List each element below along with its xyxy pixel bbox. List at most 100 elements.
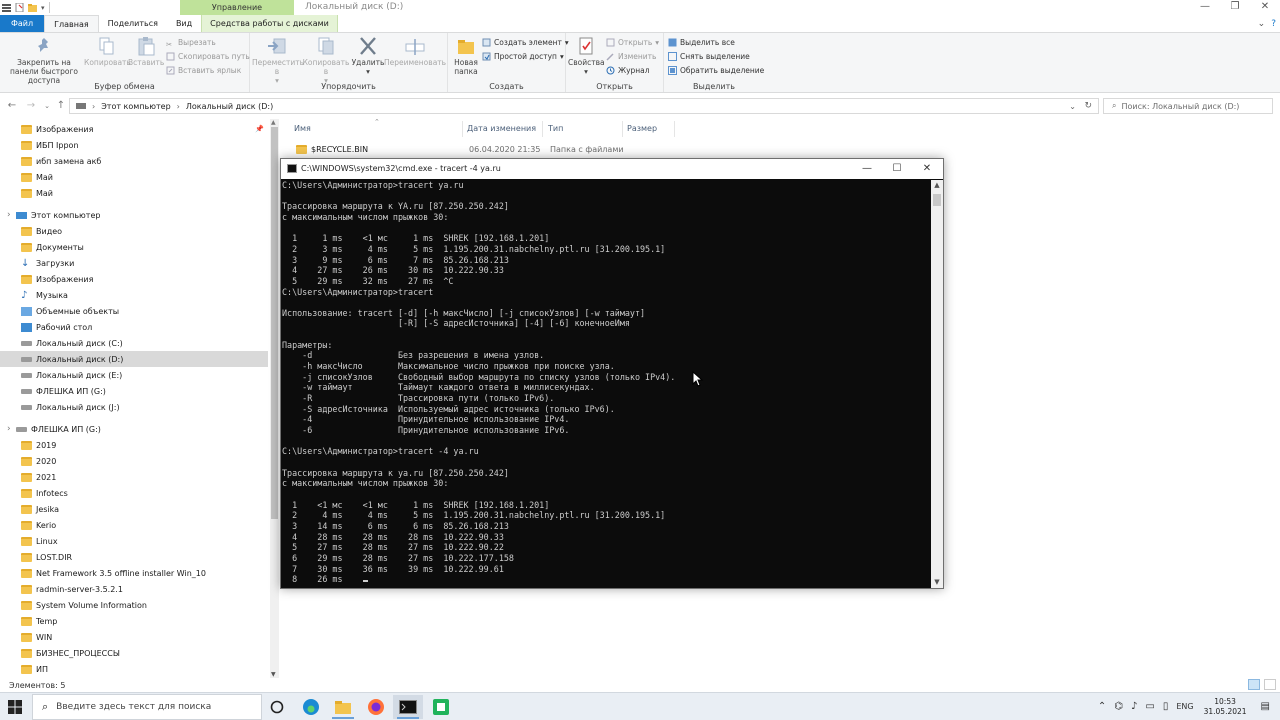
nav-item[interactable]: Linux bbox=[0, 533, 268, 549]
nav-item[interactable]: Май bbox=[0, 185, 268, 201]
nav-item[interactable]: LOST.DIR bbox=[0, 549, 268, 565]
column-size[interactable]: Размер bbox=[627, 124, 657, 133]
taskbar-search-input[interactable]: ⌕ Введите здесь текст для поиска bbox=[32, 694, 262, 720]
nav-scrollbar[interactable]: ▲ ▼ bbox=[270, 119, 279, 678]
select-all-button[interactable]: Выделить все bbox=[668, 36, 735, 49]
refresh-icon[interactable]: ↻ bbox=[1084, 101, 1092, 111]
large-icons-view-icon[interactable] bbox=[1264, 679, 1276, 690]
paste-button[interactable]: Вставить bbox=[128, 36, 164, 67]
cmd-maximize-button[interactable]: ☐ bbox=[882, 159, 912, 179]
nav-item[interactable]: Jesika bbox=[0, 501, 268, 517]
easy-access-button[interactable]: Простой доступ ▾ bbox=[482, 50, 564, 63]
cmd-scroll-up-icon[interactable]: ▲ bbox=[931, 180, 943, 191]
console-output[interactable]: C:\Users\Администратор>tracert ya.ru Трас… bbox=[282, 180, 930, 588]
nav-item[interactable]: 2021 bbox=[0, 469, 268, 485]
nav-scroll-down-icon[interactable]: ▼ bbox=[271, 671, 276, 678]
qat-dropdown-icon[interactable]: ▾ bbox=[41, 4, 45, 12]
tab-drive-tools[interactable]: Средства работы с дисками bbox=[201, 15, 338, 32]
tab-view[interactable]: Вид bbox=[167, 15, 201, 32]
nav-item[interactable]: Май bbox=[0, 169, 268, 185]
cmd-close-button[interactable]: ✕ bbox=[912, 159, 942, 179]
nav-item[interactable]: Рабочий стол bbox=[0, 319, 268, 335]
nav-scroll-up-icon[interactable]: ▲ bbox=[271, 119, 276, 126]
clock[interactable]: 10:53 31.05.2021 bbox=[1204, 697, 1247, 717]
cmd-scrollbar[interactable]: ▲ ▼ bbox=[931, 180, 943, 588]
firefox-icon[interactable] bbox=[361, 695, 391, 719]
file-explorer-icon[interactable] bbox=[328, 695, 358, 719]
delete-button[interactable]: Удалить ▾ bbox=[350, 36, 386, 76]
cmd-titlebar[interactable]: C:\WINDOWS\system32\cmd.exe - tracert -4… bbox=[281, 159, 943, 179]
nav-item[interactable]: Temp bbox=[0, 613, 268, 629]
expand-chevron-icon[interactable]: › bbox=[7, 210, 11, 220]
hidden-icons-chevron-icon[interactable]: ⌃ bbox=[1098, 701, 1106, 712]
column-type[interactable]: Тип bbox=[548, 124, 563, 133]
nav-item[interactable]: Объемные объекты bbox=[0, 303, 268, 319]
column-separator[interactable] bbox=[462, 121, 463, 137]
nav-item[interactable]: ФЛЕШКА ИП (G:) bbox=[0, 383, 268, 399]
paste-shortcut-button[interactable]: Вставить ярлык bbox=[166, 64, 241, 77]
nav-item[interactable]: БИЗНЕС_ПРОЦЕССЫ bbox=[0, 645, 268, 661]
new-item-button[interactable]: Создать элемент ▾ bbox=[482, 36, 569, 49]
address-bar[interactable]: › Этот компьютер › Локальный диск (D:) ⌄… bbox=[69, 98, 1099, 114]
tab-share[interactable]: Поделиться bbox=[99, 15, 167, 32]
nav-item[interactable]: System Volume Information bbox=[0, 597, 268, 613]
nav-item[interactable]: Видео bbox=[0, 223, 268, 239]
details-view-icon[interactable] bbox=[1248, 679, 1260, 690]
pin-quick-access-button[interactable]: Закрепить на панели быстрого доступа bbox=[4, 36, 84, 85]
properties-qat-icon[interactable] bbox=[15, 2, 24, 13]
nav-item[interactable]: › ФЛЕШКА ИП (G:) bbox=[0, 421, 268, 437]
cmd-taskbar-icon[interactable] bbox=[393, 695, 423, 719]
nav-item[interactable]: Изображения bbox=[0, 271, 268, 287]
move-to-button[interactable]: Переместить в ▾ bbox=[252, 36, 304, 85]
cut-button[interactable]: ✂ Вырезать bbox=[166, 36, 216, 49]
nav-item[interactable]: Локальный диск (C:) bbox=[0, 335, 268, 351]
nav-item[interactable]: 2020 bbox=[0, 453, 268, 469]
invert-selection-button[interactable]: Обратить выделение bbox=[668, 64, 764, 77]
green-app-icon[interactable] bbox=[426, 695, 456, 719]
cmd-scroll-down-icon[interactable]: ▼ bbox=[931, 577, 943, 588]
battery-icon[interactable]: ▯ bbox=[1163, 701, 1169, 712]
breadcrumb-drive-d[interactable]: Локальный диск (D:) bbox=[186, 102, 273, 111]
copy-path-button[interactable]: Скопировать путь bbox=[166, 50, 250, 63]
nav-item[interactable]: Net Framework 3.5 offline installer Win_… bbox=[0, 565, 268, 581]
select-none-button[interactable]: Снять выделение bbox=[668, 50, 750, 63]
notifications-icon[interactable]: ▤ bbox=[1261, 701, 1270, 712]
nav-item[interactable]: ♪ Музыка bbox=[0, 287, 268, 303]
address-dropdown-icon[interactable]: ⌄ bbox=[1069, 102, 1076, 111]
back-arrow-icon[interactable]: ← bbox=[5, 99, 19, 113]
language-indicator[interactable]: ENG bbox=[1176, 702, 1193, 711]
help-icon[interactable]: ? bbox=[1271, 19, 1276, 29]
nav-item[interactable]: 2019 bbox=[0, 437, 268, 453]
expand-chevron-icon[interactable]: › bbox=[7, 424, 11, 434]
usb-icon[interactable]: ▭ bbox=[1145, 701, 1154, 712]
new-folder-qat-icon[interactable] bbox=[28, 3, 37, 12]
file-row[interactable]: $RECYCLE.BIN 06.04.2020 21:35 Папка с фа… bbox=[292, 141, 672, 157]
nav-item[interactable]: › Этот компьютер bbox=[0, 207, 268, 223]
column-separator[interactable] bbox=[674, 121, 675, 137]
copy-to-button[interactable]: Копировать в ▾ bbox=[302, 36, 350, 85]
nav-item[interactable]: Локальный диск (D:) bbox=[0, 351, 268, 367]
nav-item[interactable]: ИБП Ippon bbox=[0, 137, 268, 153]
network-icon[interactable]: ⌬ bbox=[1114, 701, 1123, 712]
column-separator[interactable] bbox=[542, 121, 543, 137]
new-folder-button[interactable]: Новая папка bbox=[452, 36, 480, 76]
open-button[interactable]: Открыть ▾ bbox=[606, 36, 659, 49]
explorer-maximize-button[interactable]: ❐ bbox=[1220, 0, 1250, 15]
cmd-scroll-thumb[interactable] bbox=[933, 194, 941, 206]
cortana-icon[interactable] bbox=[262, 695, 292, 719]
volume-icon[interactable]: ♪ bbox=[1131, 701, 1137, 712]
nav-item[interactable]: Изображения 📌 bbox=[0, 121, 268, 137]
nav-item[interactable]: Infotecs bbox=[0, 485, 268, 501]
up-arrow-icon[interactable]: ↑ bbox=[54, 99, 68, 113]
explorer-close-button[interactable]: ✕ bbox=[1250, 0, 1280, 15]
cmd-minimize-button[interactable]: — bbox=[852, 159, 882, 179]
forward-arrow-icon[interactable]: → bbox=[24, 99, 38, 113]
cmd-app-icon[interactable] bbox=[287, 164, 297, 173]
copy-button[interactable]: Копировать bbox=[84, 36, 131, 67]
edit-button[interactable]: Изменить bbox=[606, 50, 656, 63]
column-separator[interactable] bbox=[622, 121, 623, 137]
nav-item[interactable]: radmin-server-3.5.2.1 bbox=[0, 581, 268, 597]
tab-file[interactable]: Файл bbox=[0, 15, 45, 32]
nav-item[interactable]: ибп замена акб bbox=[0, 153, 268, 169]
history-button[interactable]: Журнал bbox=[606, 64, 650, 77]
